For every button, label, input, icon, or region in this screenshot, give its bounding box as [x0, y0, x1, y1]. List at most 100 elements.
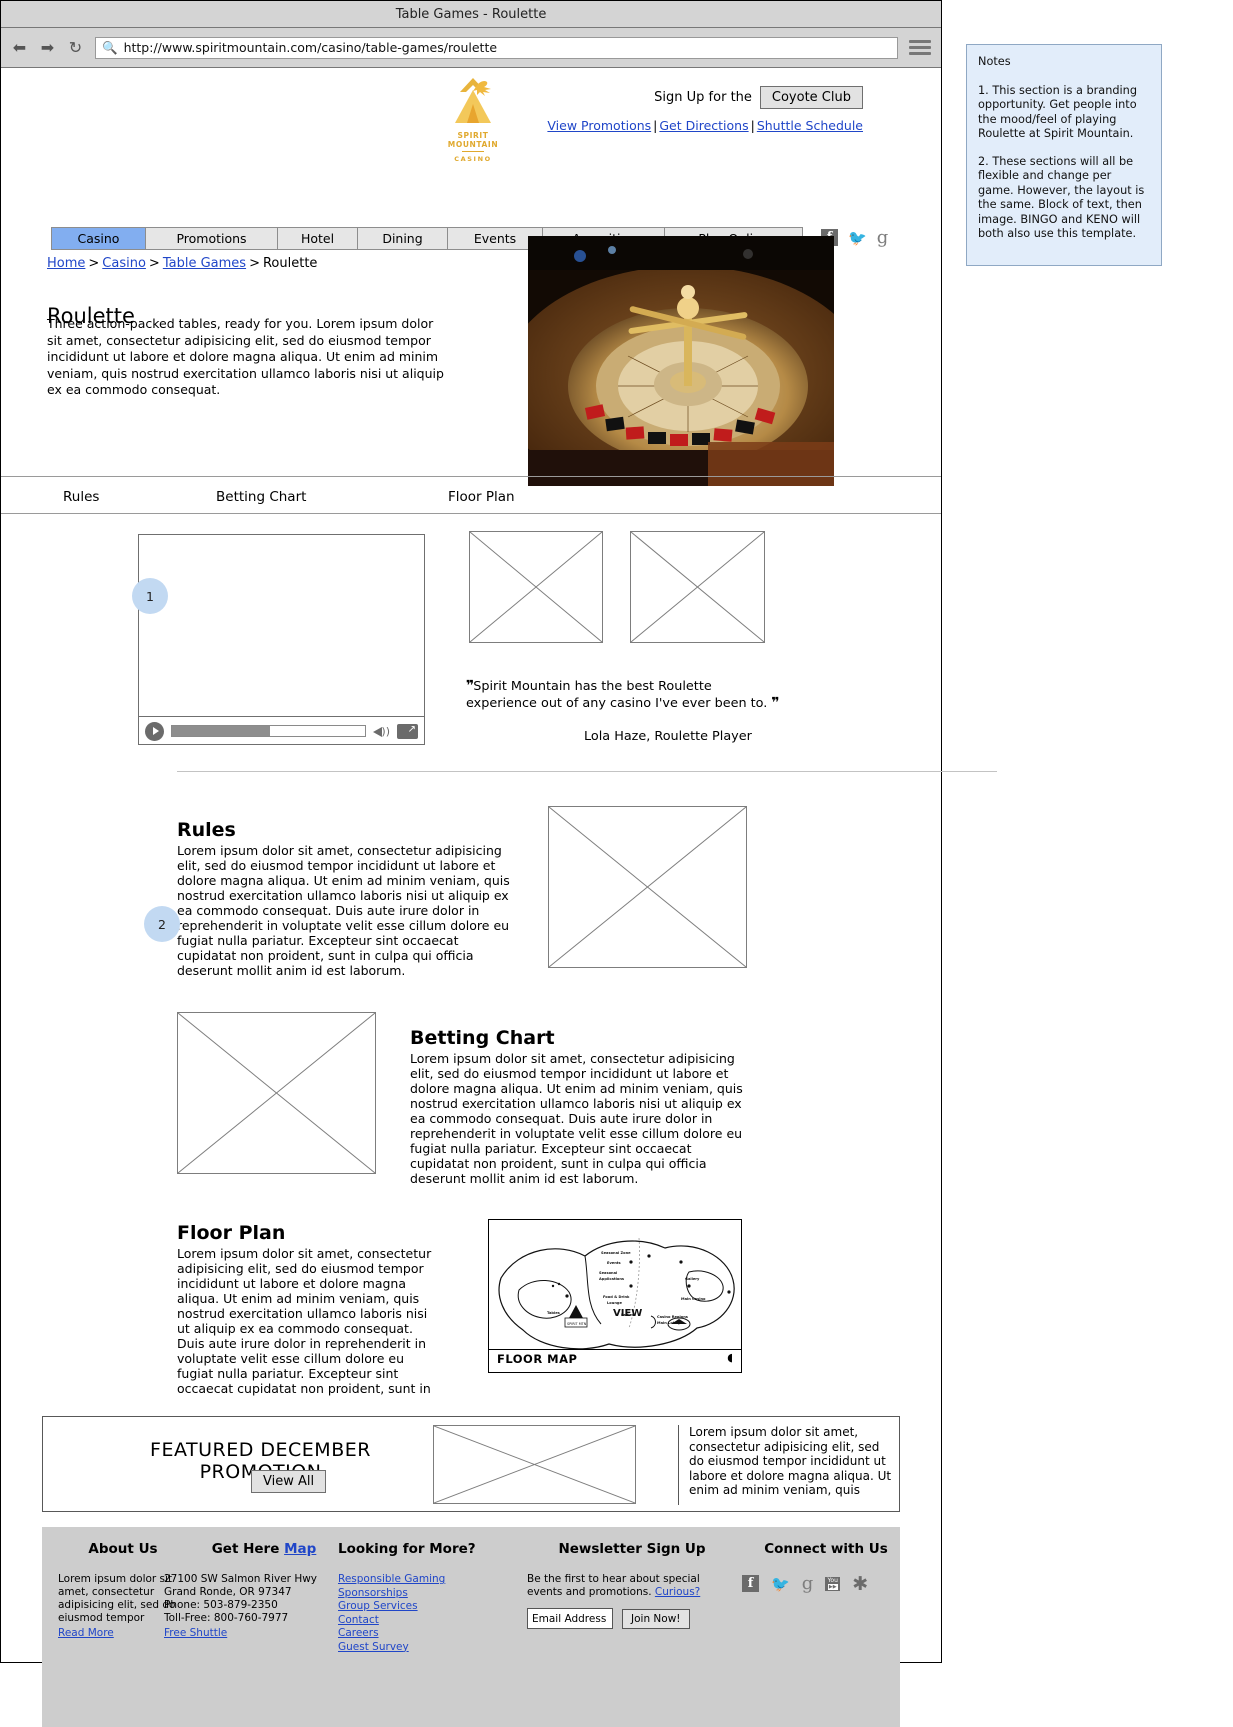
search-icon: 🔍	[102, 39, 118, 55]
forward-arrow-icon[interactable]: ➡	[39, 39, 56, 56]
section-body-floor-plan: Lorem ipsum dolor sit amet, consectetur …	[177, 1246, 432, 1396]
view-all-button[interactable]: View All	[251, 1470, 327, 1493]
footer-tollfree: Toll-Free: 800-760-7977	[164, 1612, 289, 1624]
subnav-item-rules[interactable]: Rules	[63, 489, 99, 505]
image-placeholder-thumb-1[interactable]	[469, 531, 603, 643]
footer-newsletter-text: Be the first to hear about special event…	[527, 1573, 737, 1599]
nav-item-casino[interactable]: Casino	[51, 227, 146, 250]
notes-panel: Notes 1. This section is a branding oppo…	[966, 44, 1162, 266]
breadcrumb-home[interactable]: Home	[47, 256, 85, 271]
image-placeholder-rules[interactable]	[548, 806, 747, 968]
footer-link-careers[interactable]: Careers	[338, 1627, 528, 1641]
asterisk-icon[interactable]: ✱	[852, 1574, 868, 1593]
twitter-icon[interactable]: 🐦	[848, 229, 867, 247]
header-links: View Promotions | Get Directions | Shuttle S…	[547, 118, 863, 133]
site-logo[interactable]: SPIRIT MOUNTAIN CASINO	[434, 76, 512, 163]
google-plus-icon[interactable]: g	[802, 1573, 814, 1594]
breadcrumb-sep-3: >	[249, 256, 260, 271]
floor-map-rule	[489, 1349, 741, 1350]
video-scrubber[interactable]	[171, 725, 366, 737]
annotation-bubble-2: 2	[144, 906, 180, 942]
footer-free-shuttle-link[interactable]: Free Shuttle	[164, 1627, 227, 1639]
footer-read-more-link[interactable]: Read More	[58, 1627, 114, 1639]
image-placeholder-promo[interactable]	[433, 1425, 636, 1504]
promo-text: Lorem ipsum dolor sit amet, consectetur …	[678, 1425, 893, 1505]
reload-icon[interactable]: ↻	[67, 39, 84, 56]
section-divider	[177, 771, 997, 772]
google-plus-icon[interactable]: g	[877, 227, 889, 248]
window-titlebar: Table Games - Roulette	[1, 1, 941, 28]
floor-map-label: VIEW	[613, 1308, 642, 1319]
back-arrow-icon[interactable]: ⬅	[11, 39, 28, 56]
breadcrumb-sep-1: >	[88, 256, 100, 271]
footer-address-line2: Grand Ronde, OR 97347	[164, 1586, 292, 1598]
image-placeholder-betting-chart[interactable]	[177, 1012, 376, 1174]
footer-more-heading: Looking for More?	[338, 1541, 476, 1557]
twitter-icon[interactable]: 🐦	[771, 1575, 790, 1593]
subnav-item-floor-plan[interactable]: Floor Plan	[448, 489, 515, 505]
section-body-betting-chart: Lorem ipsum dolor sit amet, consectetur …	[410, 1051, 743, 1186]
youtube-icon[interactable]: You ▶▶	[825, 1576, 841, 1591]
coyote-club-button[interactable]: Coyote Club	[759, 86, 863, 109]
logo-divider	[462, 151, 484, 152]
hero-roulette-photo	[528, 236, 834, 486]
svg-text:SPIRIT MTN: SPIRIT MTN	[567, 1322, 587, 1326]
page-intro-text: Three action-packed tables, ready for yo…	[47, 316, 444, 397]
fullscreen-icon[interactable]	[397, 723, 418, 739]
browser-toolbar: ⬅ ➡ ↻ 🔍 http://www.spiritmountain.com/ca…	[1, 28, 941, 68]
breadcrumb-table-games[interactable]: Table Games	[163, 256, 246, 271]
facebook-icon[interactable]: f	[742, 1575, 759, 1592]
footer-link-sponsorships[interactable]: Sponsorships	[338, 1587, 528, 1601]
featured-promotion-banner: FEATURED DECEMBER PROMOTION View All Lor…	[42, 1416, 900, 1512]
view-promotions-link[interactable]: View Promotions	[547, 118, 651, 133]
nav-item-dining[interactable]: Dining	[358, 227, 448, 250]
url-text: http://www.spiritmountain.com/casino/tab…	[123, 40, 498, 55]
breadcrumb-casino[interactable]: Casino	[102, 256, 146, 271]
svg-text:Events: Events	[607, 1261, 621, 1265]
nav-item-promotions[interactable]: Promotions	[146, 227, 278, 250]
footer-gethere-heading: Get Here Map	[164, 1541, 364, 1557]
footer-map-link[interactable]: Map	[284, 1541, 316, 1557]
section-body-rules: Lorem ipsum dolor sit amet, consectetur …	[177, 843, 510, 978]
footer-link-contact[interactable]: Contact	[338, 1614, 528, 1628]
email-input[interactable]	[527, 1608, 613, 1629]
footer-link-guest-survey[interactable]: Guest Survey	[338, 1641, 528, 1655]
breadcrumb: Home > Casino > Table Games > Roulette	[47, 256, 317, 271]
get-directions-link[interactable]: Get Directions	[659, 118, 748, 133]
scrubber-progress	[172, 726, 271, 736]
nav-item-hotel[interactable]: Hotel	[278, 227, 358, 250]
join-now-button[interactable]: Join Now!	[622, 1608, 690, 1629]
address-bar[interactable]: 🔍 http://www.spiritmountain.com/casino/t…	[95, 36, 898, 59]
note-item-2: 2. These sections will all be flexible a…	[978, 154, 1145, 241]
footer-gethere-heading-text: Get Here	[211, 1541, 280, 1557]
svg-text:Tables: Tables	[547, 1311, 560, 1315]
page-content: SPIRIT MOUNTAIN CASINO Sign Up for the C…	[1, 68, 997, 1727]
mountain-coyote-logo-icon	[455, 78, 491, 123]
video-player[interactable]: ))	[138, 534, 425, 745]
svg-text:Main Casino: Main Casino	[681, 1297, 706, 1301]
site-header: SPIRIT MOUNTAIN CASINO Sign Up for the C…	[1, 68, 941, 172]
footer-column-more: Looking for More? Responsible Gaming Spo…	[338, 1541, 528, 1654]
image-placeholder-thumb-2[interactable]	[630, 531, 765, 643]
annotation-bubble-1: 1	[132, 578, 168, 614]
footer-link-group-services[interactable]: Group Services	[338, 1600, 528, 1614]
floor-map-image[interactable]: Seasonal Zone Events Seasonal Applicatio…	[488, 1219, 742, 1373]
footer-curious-link[interactable]: Curious?	[655, 1586, 700, 1598]
section-subnav: Rules Betting Chart Floor Plan	[1, 476, 941, 514]
video-screen[interactable]	[139, 535, 424, 717]
shuttle-schedule-link[interactable]: Shuttle Schedule	[757, 118, 863, 133]
video-controls: ))	[139, 717, 424, 745]
footer-connect-heading: Connect with Us	[764, 1541, 888, 1557]
play-icon[interactable]	[145, 721, 164, 741]
hamburger-menu-icon[interactable]	[909, 40, 931, 55]
volume-icon[interactable]: ))	[373, 724, 390, 739]
floor-map-caption: FLOOR MAP	[497, 1352, 578, 1366]
link-separator-1: |	[653, 118, 658, 133]
svg-text:Gallery: Gallery	[685, 1277, 700, 1281]
footer-newsletter-heading: Newsletter Sign Up	[558, 1541, 706, 1557]
footer-link-responsible-gaming[interactable]: Responsible Gaming	[338, 1573, 528, 1587]
footer-address-line1: 27100 SW Salmon River Hwy	[164, 1573, 318, 1585]
subnav-item-betting-chart[interactable]: Betting Chart	[216, 489, 306, 505]
section-title-rules: Rules	[177, 818, 236, 841]
logo-subtitle: CASINO	[454, 155, 492, 163]
